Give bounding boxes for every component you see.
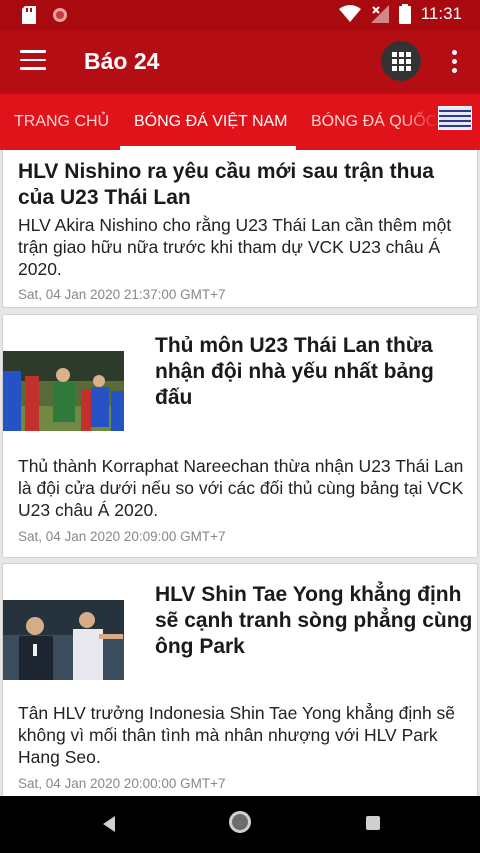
clock: 11:31 bbox=[420, 4, 462, 23]
home-circle-icon[interactable] bbox=[229, 811, 251, 833]
app-title: Báo 24 bbox=[84, 48, 160, 74]
article-thumbnail bbox=[3, 600, 124, 680]
tab-fade bbox=[400, 94, 440, 150]
tab-trang-chu[interactable]: TRANG CHỦ bbox=[14, 94, 109, 150]
article-title: HLV Nishino ra yêu cầu mới sau trận thua… bbox=[18, 160, 434, 209]
more-vertical-icon[interactable] bbox=[446, 50, 462, 74]
tab-bong-da-viet-nam[interactable]: BÓNG ĐÁ VIỆT NAM bbox=[134, 94, 288, 150]
article-title: HLV Shin Tae Yong khẳng định sẽ cạnh tra… bbox=[155, 583, 473, 658]
article-card[interactable]: Thủ môn U23 Thái Lan thừa nhận đội nhà y… bbox=[2, 314, 478, 558]
record-icon bbox=[53, 8, 67, 22]
article-date: Sat, 04 Jan 2020 20:09:00 GMT+7 bbox=[18, 529, 226, 544]
recents-square-icon[interactable] bbox=[366, 816, 380, 830]
article-summary: HLV Akira Nishino cho rằng U23 Thái Lan … bbox=[18, 215, 452, 279]
article-card[interactable]: HLV Nishino ra yêu cầu mới sau trận thua… bbox=[2, 150, 478, 308]
grid-apps-icon[interactable] bbox=[381, 41, 421, 81]
article-thumbnail bbox=[3, 351, 124, 431]
coaches-photo bbox=[3, 600, 124, 680]
system-nav-bar bbox=[0, 796, 480, 853]
app-bar: Báo 24 bbox=[0, 30, 480, 94]
hamburger-menu-icon[interactable] bbox=[20, 50, 46, 74]
article-summary: Tân HLV trưởng Indonesia Shin Tae Yong k… bbox=[18, 703, 456, 767]
wifi-icon bbox=[338, 5, 361, 22]
goalkeeper-photo bbox=[3, 351, 124, 431]
battery-icon bbox=[398, 4, 411, 24]
article-summary: Thủ thành Korraphat Nareechan thừa nhận … bbox=[18, 456, 464, 520]
status-bar: 11:31 bbox=[0, 0, 480, 30]
article-date: Sat, 04 Jan 2020 21:37:00 GMT+7 bbox=[18, 287, 226, 302]
back-triangle-icon[interactable] bbox=[99, 814, 119, 834]
article-feed[interactable]: HLV Nishino ra yêu cầu mới sau trận thua… bbox=[0, 150, 480, 796]
signal-off-icon bbox=[370, 5, 389, 23]
article-date: Sat, 04 Jan 2020 20:00:00 GMT+7 bbox=[18, 776, 226, 791]
article-card[interactable]: HLV Shin Tae Yong khẳng định sẽ cạnh tra… bbox=[2, 563, 478, 796]
flag-icon[interactable] bbox=[438, 106, 472, 130]
sd-card-icon bbox=[22, 6, 36, 24]
article-title: Thủ môn U23 Thái Lan thừa nhận đội nhà y… bbox=[155, 334, 434, 409]
